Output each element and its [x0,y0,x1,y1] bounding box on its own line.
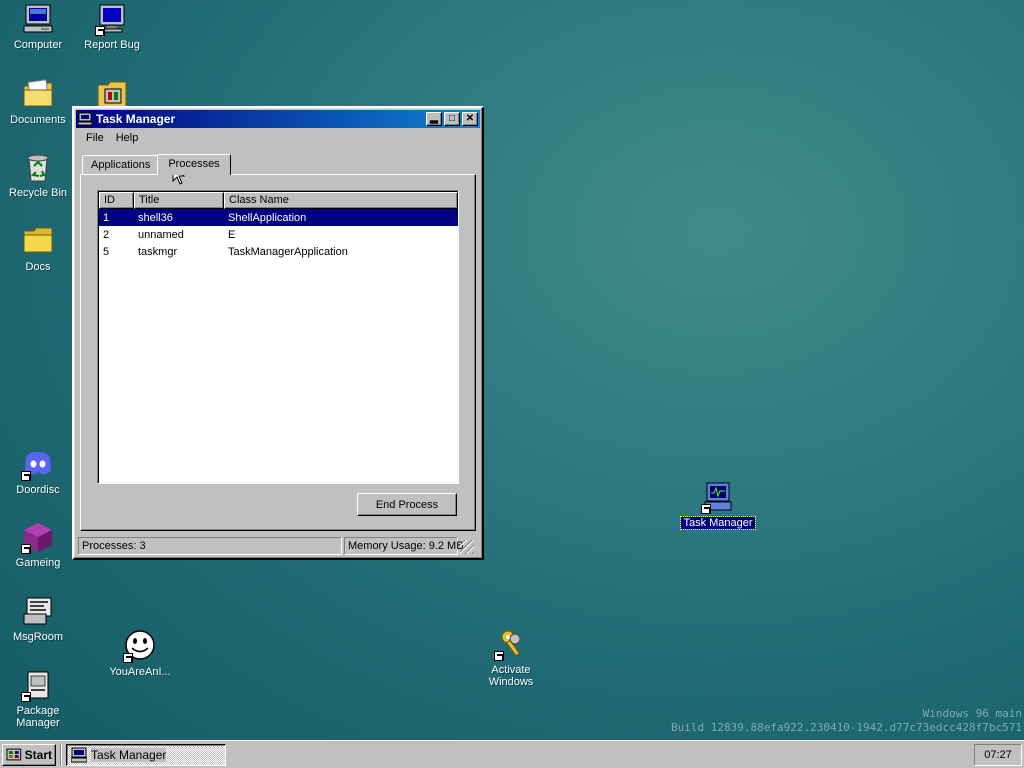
title-bar[interactable]: Task Manager ▂ □ ✕ [76,110,480,128]
desktop-icon-package-manager[interactable]: Package Manager [0,668,76,729]
start-button[interactable]: Start [2,743,56,766]
column-header-id[interactable]: ID [99,192,134,209]
shortcut-arrow-icon [21,471,31,481]
msgroom-icon [21,594,55,628]
shortcut-arrow-icon [701,504,711,514]
menu-file[interactable]: File [80,130,110,146]
minimize-button[interactable]: ▂ [426,112,442,126]
task-manager-icon [701,480,735,514]
list-header: ID Title Class Name [99,192,458,209]
purple-cube-icon [21,520,55,554]
cell-id: 2 [103,228,110,241]
end-process-button[interactable]: End Process [357,493,457,516]
system-tray-clock[interactable]: 07:27 [974,743,1022,766]
taskbar: Start Task Manager 07:27 [0,740,1024,768]
desktop-icon-label: Report Bug [84,39,140,51]
cell-class-name: ShellApplication [228,211,307,224]
process-list[interactable]: ID Title Class Name 1 shell36 ShellAppli… [97,190,459,484]
menu-bar: File Help [76,128,480,148]
taskbar-button-task-manager[interactable]: Task Manager [66,743,226,766]
desktop-icon-label: Documents [10,114,66,126]
desktop-icon-documents[interactable]: Documents [0,77,76,126]
monitor-shortcut-icon [95,2,129,36]
desktop-icon-docs[interactable]: Docs [0,224,76,273]
maximize-button[interactable]: □ [444,112,460,126]
keys-icon [494,627,528,661]
tab-strip: Applications Processes [82,152,476,175]
cell-class-name: E [228,228,236,241]
desktop-icon-recycle-bin[interactable]: Recycle Bin [0,150,76,199]
resize-grip-icon[interactable] [460,540,474,554]
desktop-icon-report-bug[interactable]: Report Bug [74,2,150,51]
shortcut-arrow-icon [494,651,504,661]
column-header-title[interactable]: Title [134,192,224,209]
desktop-icon-task-manager[interactable]: Task Manager [680,480,756,530]
task-manager-window[interactable]: Task Manager ▂ □ ✕ File Help Application… [72,106,484,560]
table-row[interactable]: 1 shell36 ShellApplication [99,209,458,226]
desktop-icon-label: Gameing [15,557,61,569]
package-icon [21,668,55,702]
status-process-count: Processes: 3 [78,537,342,555]
task-manager-icon [71,747,87,762]
desktop-icon-label: Doordisc [16,484,60,496]
desktop-icon-computer[interactable]: Computer [0,2,76,51]
tab-applications[interactable]: Applications [82,155,160,174]
shortcut-arrow-icon [95,26,105,36]
cell-id: 5 [103,245,110,258]
table-row[interactable]: 2 unnamed E [99,226,458,243]
desktop-icon-gameing[interactable]: Gameing [0,520,76,569]
table-row[interactable]: 5 taskmgr TaskManagerApplication [99,243,458,260]
minimize-icon: ▂ [430,113,438,124]
watermark-line-1: Windows 96 main [922,707,1022,720]
watermark-line-2: Build 12839.88efa922.230410-1942.d77c73e… [671,721,1022,734]
desktop-icon-label: Package Manager [16,705,60,729]
build-watermark: Windows 96 main Build 12839.88efa922.230… [671,707,1022,735]
start-logo-icon [6,748,22,760]
taskbar-separator [60,743,62,766]
folder-documents-icon [21,77,55,111]
shortcut-arrow-icon [21,544,31,554]
cell-title: unnamed [138,228,184,241]
desktop-icon-label: MsgRoom [12,631,64,643]
folder-icon [21,224,55,258]
task-manager-icon [77,112,93,126]
cell-id: 1 [103,211,110,224]
desktop-icon-activate-windows[interactable]: Activate Windows [473,627,549,688]
cell-class-name: TaskManagerApplication [228,245,348,258]
desktop-icon-label: Activate Windows [488,664,534,688]
status-bar: Processes: 3 Memory Usage: 9.2 MB [78,537,478,555]
discord-icon [21,447,55,481]
computer-icon [21,2,55,36]
desktop-icon-label: Task Manager [680,516,756,530]
desktop-icon-label: Docs [25,261,51,273]
cell-title: shell36 [138,211,173,224]
desktop-icon-label: Recycle Bin [8,187,68,199]
smiley-icon [123,629,157,663]
desktop-icon-youareani[interactable]: YouAreAnI... [102,629,178,678]
shortcut-arrow-icon [123,653,133,663]
desktop-icon-label: YouAreAnI... [109,666,171,678]
desktop-icon-doordisc[interactable]: Doordisc [0,447,76,496]
taskbar-button-label: Task Manager [91,747,167,762]
close-button[interactable]: ✕ [462,112,478,126]
recycle-bin-icon [21,150,55,184]
cell-title: taskmgr [138,245,178,258]
status-memory-usage: Memory Usage: 9.2 MB [344,537,464,555]
menu-help[interactable]: Help [110,130,145,146]
close-icon: ✕ [465,113,475,124]
tab-processes[interactable]: Processes [157,154,231,175]
column-header-class-name[interactable]: Class Name [224,192,458,209]
start-label: Start [24,747,52,762]
processes-panel: ID Title Class Name 1 shell36 ShellAppli… [80,174,476,531]
desktop-icon-label: Computer [13,39,63,51]
shortcut-arrow-icon [21,692,31,702]
maximize-icon: □ [448,113,456,124]
desktop-icon-msgroom[interactable]: MsgRoom [0,594,76,643]
window-title: Task Manager [96,112,176,126]
